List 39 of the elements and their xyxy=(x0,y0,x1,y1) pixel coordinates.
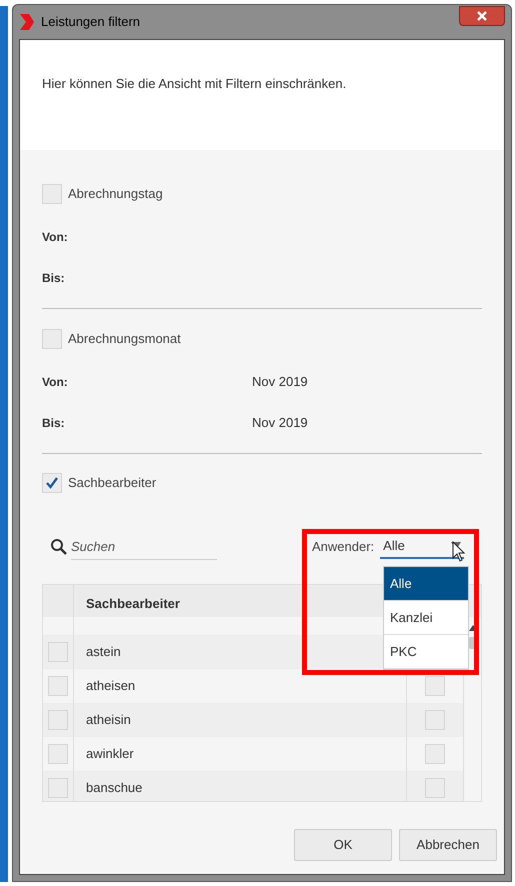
window-title: Leistungen filtern xyxy=(41,13,140,32)
checkbox[interactable] xyxy=(42,473,62,493)
checkbox-label: Abrechnungstag xyxy=(68,185,163,204)
dropdown-option[interactable]: Alle xyxy=(384,567,468,601)
checkbox[interactable] xyxy=(48,744,68,764)
field-label: Bis: xyxy=(42,270,66,287)
checkbox[interactable] xyxy=(42,184,62,204)
checkbox-label: Sachbearbeiter xyxy=(68,474,156,492)
search-icon xyxy=(50,538,68,556)
checkbox[interactable] xyxy=(425,778,445,798)
checkbox[interactable] xyxy=(48,676,68,696)
app-logo-icon xyxy=(19,13,35,31)
close-button[interactable] xyxy=(459,6,505,26)
checkbox[interactable] xyxy=(48,778,68,798)
column-header: Sachbearbeiter xyxy=(85,595,180,613)
dialog-button[interactable]: OK xyxy=(294,829,392,861)
checkbox[interactable] xyxy=(425,710,445,730)
field-label: Von: xyxy=(42,229,69,246)
dialog-button[interactable]: Abbrechen xyxy=(399,829,497,861)
intro-text: Hier können Sie die Ansicht mit Filtern einschränken. xyxy=(42,75,348,93)
checkbox[interactable] xyxy=(425,676,445,696)
table-cell-text: astein xyxy=(86,643,121,662)
field-value: Nov 2019 xyxy=(252,414,308,432)
checkbox-label: Abrechnungsmonat xyxy=(68,330,181,348)
checkbox[interactable] xyxy=(425,744,445,764)
field-label: Von: xyxy=(42,374,69,391)
checkbox[interactable] xyxy=(48,642,68,662)
mouse-pointer-icon xyxy=(452,541,466,563)
checkbox[interactable] xyxy=(42,329,62,349)
checkbox[interactable] xyxy=(48,710,68,730)
field-value: Nov 2019 xyxy=(252,373,308,392)
close-icon xyxy=(476,11,488,21)
user-filter-label: Anwender: xyxy=(312,538,374,556)
table-cell-text: atheisen xyxy=(86,677,136,696)
search-field[interactable]: Suchen xyxy=(71,534,217,560)
table-cell-text: atheisin xyxy=(86,711,131,730)
field-label: Bis: xyxy=(42,415,66,432)
table-cell-text: banschue xyxy=(86,779,142,798)
table-cell-text: awinkler xyxy=(86,745,134,764)
